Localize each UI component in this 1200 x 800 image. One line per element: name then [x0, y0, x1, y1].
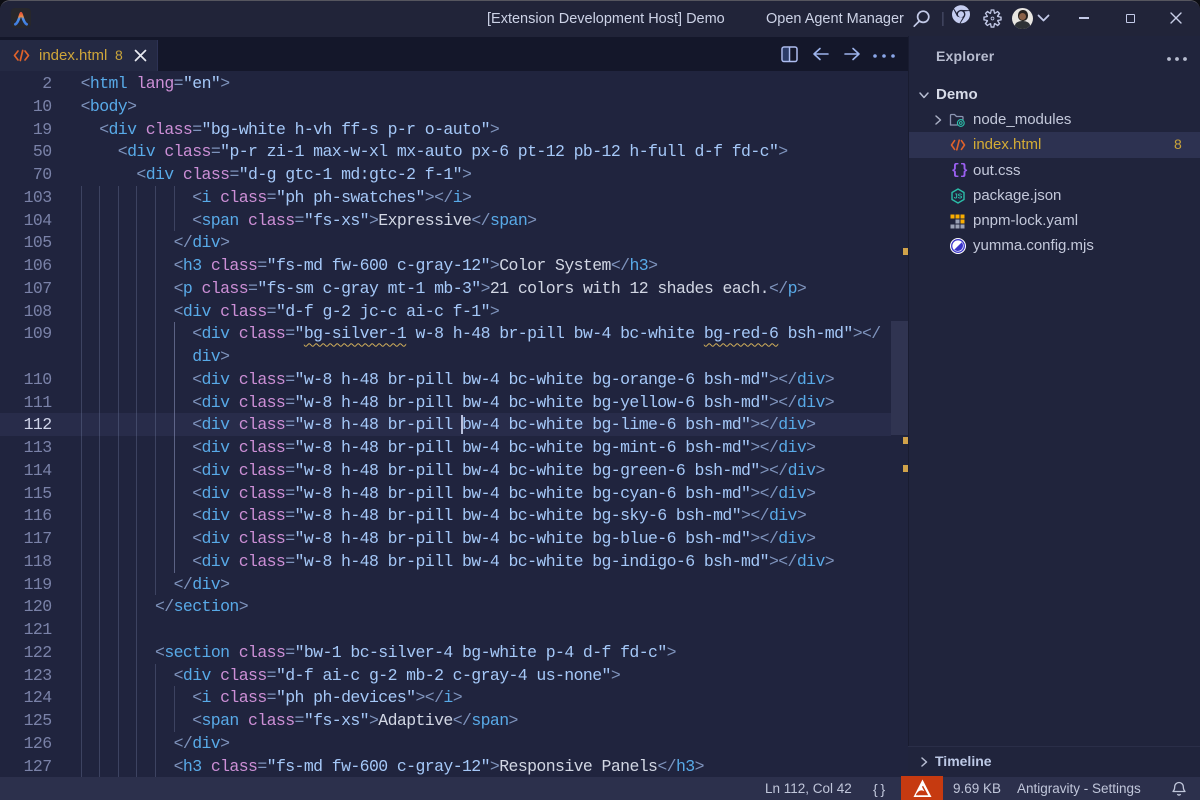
svg-text:JS: JS	[954, 193, 963, 200]
